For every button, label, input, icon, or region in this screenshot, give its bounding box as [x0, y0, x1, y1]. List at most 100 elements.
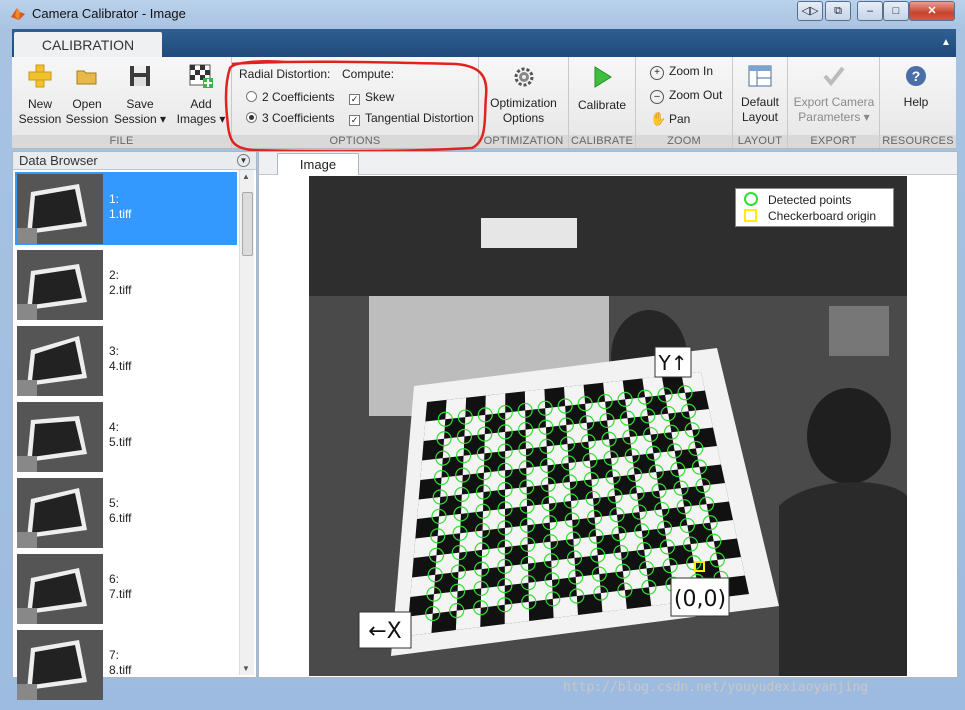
skew-checkbox[interactable]: ✓ Skew: [349, 89, 394, 105]
checkerboard-square: [568, 460, 592, 482]
checkerboard-square: [594, 514, 619, 537]
checkerboard-square: [688, 409, 713, 430]
save-session-label-2: Session ▾: [113, 112, 167, 126]
checkerboard-square: [505, 487, 527, 509]
x-axis-label: ←X: [368, 619, 402, 644]
window-nav-button[interactable]: ◁▷: [797, 1, 823, 21]
pan-label: Pan: [669, 112, 691, 126]
thumbnail-index: 7:: [109, 648, 120, 662]
thumbnail-image: [17, 402, 103, 472]
export-camera-parameters-button[interactable]: Export Camera Parameters ▾: [790, 65, 878, 125]
checkerboard-square: [462, 453, 485, 476]
thumbnail-image: [17, 250, 103, 320]
checkerboard-square: [695, 446, 721, 467]
checkerboard-square: [703, 483, 729, 505]
list-item[interactable]: 3: 4.tiff: [15, 324, 237, 397]
default-layout-button[interactable]: Default Layout: [734, 65, 786, 125]
new-session-label-2: Session: [18, 112, 62, 126]
compute-label: Compute:: [342, 67, 395, 81]
checkerboard-square: [480, 585, 505, 608]
data-browser-scrollbar[interactable]: ▲ ▼: [239, 170, 254, 675]
checkerboard-square: [690, 541, 718, 563]
optimization-section-label: OPTIMIZATION: [479, 135, 568, 148]
zoom-out-label: Zoom Out: [669, 88, 723, 102]
play-icon: [594, 66, 612, 88]
checkerboard-square: [611, 455, 635, 477]
tab-image[interactable]: Image: [277, 153, 359, 175]
add-images-label-2: Images ▾: [176, 112, 226, 126]
default-layout-label-1: Default: [740, 95, 780, 109]
checkerboard-square: [435, 552, 460, 575]
zoom-out-button[interactable]: – Zoom Out: [650, 87, 723, 104]
zoom-out-icon: –: [650, 90, 664, 104]
folder-icon: [76, 70, 97, 85]
checkerboard-square: [440, 475, 463, 497]
legend: Detected points Checkerboard origin: [735, 188, 894, 227]
pan-button[interactable]: ✋ Pan: [650, 111, 690, 127]
scroll-down-icon[interactable]: ▼: [242, 664, 250, 673]
checkerboard-square: [564, 384, 586, 406]
thumbnail-image: [17, 554, 103, 624]
checkerboard-square: [459, 530, 483, 553]
checkmark-icon: ✓: [349, 94, 360, 105]
open-session-label-1: Open: [72, 97, 102, 111]
calibrate-label: Calibrate: [577, 98, 627, 112]
scrollbar-thumb[interactable]: [242, 192, 253, 256]
tab-calibration[interactable]: CALIBRATION: [14, 32, 162, 58]
optimization-options-label-2: Options: [502, 111, 545, 125]
window-undock-button[interactable]: ⧉: [825, 1, 851, 21]
checkerboard-square: [527, 541, 552, 564]
matlab-logo-icon: [11, 8, 25, 20]
checkerboard-square: [423, 419, 446, 441]
checkerboard-square: [552, 596, 578, 618]
minimize-button[interactable]: –: [857, 1, 883, 21]
thumbnail-filename: 8.tiff: [109, 663, 132, 677]
gear-icon: [514, 67, 533, 87]
checkerboard-square: [573, 536, 598, 558]
help-button[interactable]: ? Help: [890, 65, 942, 110]
add-images-button[interactable]: Add Images ▾: [172, 63, 230, 127]
legend-detected-label: Detected points: [768, 193, 852, 207]
list-item[interactable]: 2: 2.tiff: [15, 248, 237, 321]
checkerboard-square: [484, 431, 506, 454]
thumbnail-image: [17, 174, 103, 244]
new-session-button[interactable]: New Session: [17, 63, 63, 127]
three-coefficients-radio[interactable]: 3 Coefficients: [246, 110, 335, 126]
optimization-options-button[interactable]: Optimization Options: [482, 66, 565, 126]
checkerboard-square: [481, 547, 505, 570]
tangential-distortion-checkbox[interactable]: ✓ Tangential Distortion: [349, 110, 474, 126]
collapse-toolstrip-icon[interactable]: ▲: [941, 37, 953, 48]
list-item[interactable]: 4: 5.tiff: [15, 400, 237, 473]
checkerboard-square: [546, 444, 569, 466]
help-icon: ?: [906, 66, 926, 86]
thumbnail-label: 3: 4.tiff: [109, 344, 131, 374]
maximize-button[interactable]: □: [883, 1, 909, 21]
zoom-in-button[interactable]: + Zoom In: [650, 63, 714, 80]
export-section-label: EXPORT: [788, 135, 879, 148]
checkerboard-square: [618, 530, 645, 553]
zoom-in-label: Zoom In: [669, 64, 714, 78]
legend-checkerboard-origin: Checkerboard origin: [744, 208, 876, 224]
open-session-button[interactable]: Open Session: [64, 63, 110, 127]
list-item[interactable]: 6: 7.tiff: [15, 552, 237, 625]
checkerboard-square: [413, 535, 438, 558]
calibration-image[interactable]: Y↑ ←X (0,0) Detected points Checkerboard…: [309, 176, 907, 676]
checkmark-icon: ✓: [349, 115, 360, 126]
default-layout-label-2: Layout: [741, 110, 779, 124]
thumbnail-image: [17, 630, 103, 700]
close-button[interactable]: ✕: [909, 1, 955, 21]
calibrate-section-label: CALIBRATE: [569, 135, 635, 148]
two-coefficients-radio[interactable]: 2 Coefficients: [246, 89, 335, 105]
thumbnail-index: 2:: [109, 268, 120, 282]
thumbnail-index: 1:: [109, 192, 120, 206]
checkerboard-square: [634, 472, 659, 494]
list-item[interactable]: 5: 6.tiff: [15, 476, 237, 549]
save-session-button[interactable]: Save Session ▾: [112, 63, 168, 127]
calibrate-button[interactable]: Calibrate: [572, 64, 632, 113]
list-item[interactable]: 1: 1.tiff: [15, 172, 237, 245]
chevron-down-icon[interactable]: ▼: [237, 154, 250, 167]
scroll-up-icon[interactable]: ▲: [242, 172, 250, 181]
list-item[interactable]: 7: 8.tiff: [15, 628, 237, 701]
checkerboard-square: [524, 389, 546, 411]
checkerboard-square: [464, 414, 486, 437]
